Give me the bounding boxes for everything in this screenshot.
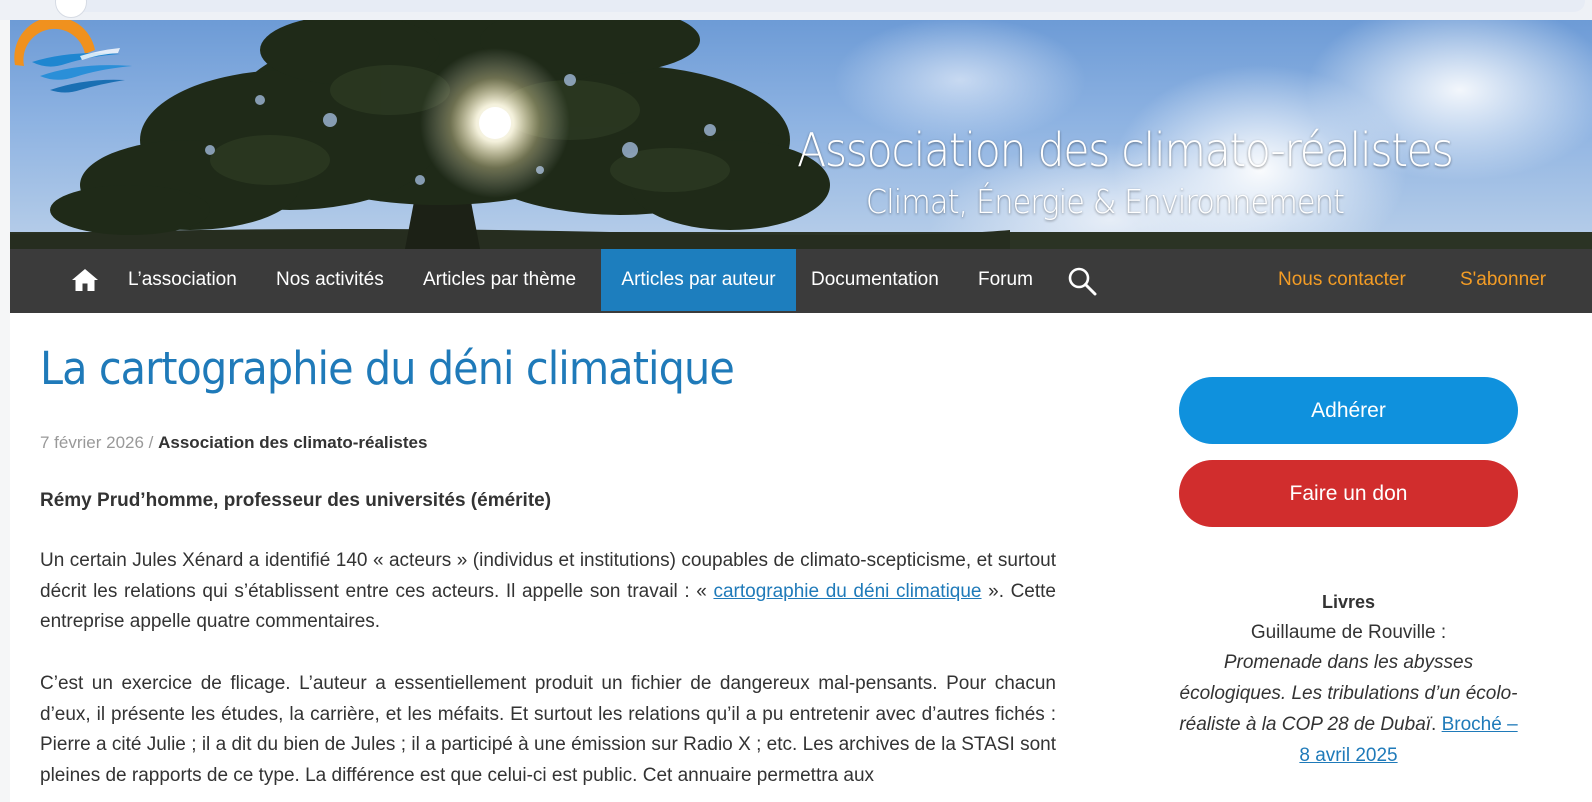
article-paragraph-1: Un certain Jules Xénard a identifié 140 … [40, 546, 1056, 638]
post-author[interactable]: Association des climato-réalistes [158, 433, 427, 452]
nav-item-articles-by-theme[interactable]: Articles par thème [423, 249, 576, 313]
search-icon[interactable] [1067, 266, 1097, 296]
post-title: La cartographie du déni climatique [40, 342, 735, 395]
article-paragraph-2: C’est un exercice de flicage. L’auteur a… [40, 673, 1056, 787]
post-meta: 7 février 2026 / Association des climato… [40, 433, 427, 453]
nav-item-documentation[interactable]: Documentation [811, 249, 939, 313]
nav-item-activities[interactable]: Nos activités [276, 249, 384, 313]
browser-address-strip [0, 0, 1592, 20]
book-author: Guillaume de Rouville : [1250, 621, 1447, 643]
page: Association des climato-réalistes Climat… [10, 20, 1592, 802]
site-subtitle: Climat, Énergie & Environnement [865, 182, 1345, 221]
books-widget: Livres Guillaume de Rouville : Promenade… [1179, 587, 1518, 771]
books-heading: Livres [1321, 592, 1376, 612]
nav-item-association[interactable]: L’association [128, 249, 237, 313]
donate-button[interactable]: Faire un don [1179, 460, 1518, 527]
nav-item-contact[interactable]: Nous contacter [1278, 249, 1406, 313]
sun-wave-logo [14, 20, 132, 93]
book-details: Promenade dans les abysses écologiques. … [1179, 652, 1518, 766]
article-byline: Rémy Prud’homme, professeur des universi… [40, 490, 552, 511]
site-banner: Association des climato-réalistes Climat… [10, 20, 1592, 249]
meta-separator: / [143, 433, 159, 452]
nav-item-articles-by-author[interactable]: Articles par auteur [601, 249, 796, 311]
site-info-icon[interactable] [55, 0, 87, 18]
post-date: 7 février 2026 [40, 433, 144, 452]
address-bar[interactable] [55, 0, 1585, 18]
join-button[interactable]: Adhérer [1179, 377, 1518, 444]
main-navigation: L’association Nos activités Articles par… [10, 249, 1592, 313]
cartography-link[interactable]: cartographie du déni climatique [713, 581, 981, 602]
nav-item-forum[interactable]: Forum [978, 249, 1033, 313]
site-title[interactable]: Association des climato-réalistes [797, 123, 1454, 177]
nav-item-subscribe[interactable]: S'abonner [1460, 249, 1546, 313]
home-icon[interactable] [72, 269, 98, 291]
